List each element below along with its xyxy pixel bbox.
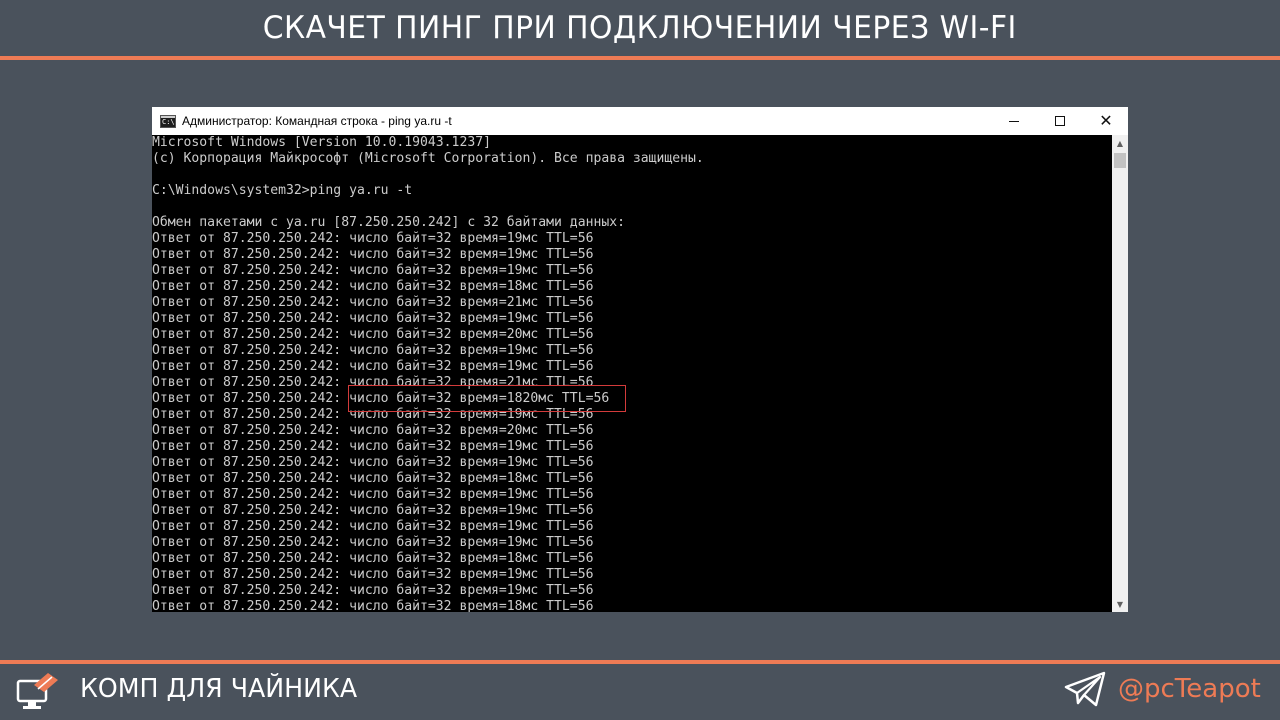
page-title: СКАЧЕТ ПИНГ ПРИ ПОДКЛЮЧЕНИИ ЧЕРЕЗ WI-FI [262,10,1018,46]
console-line: Ответ от 87.250.250.242: число байт=32 в… [152,503,594,518]
console-line: Ответ от 87.250.250.242: число байт=32 в… [152,423,594,438]
minimize-button[interactable] [991,107,1037,135]
vertical-scrollbar[interactable]: ▲ ▼ [1112,135,1128,612]
ping-spike-highlight [348,385,626,412]
maximize-icon [1055,116,1065,126]
console-line: Ответ от 87.250.250.242: число байт=32 в… [152,263,594,278]
console-line: Ответ от 87.250.250.242: число байт=32 в… [152,247,594,262]
console-line: Ответ от 87.250.250.242: число байт=32 в… [152,599,594,612]
console-line: Ответ от 87.250.250.242: число байт=32 в… [152,471,594,486]
console-line: Ответ от 87.250.250.242: число байт=32 в… [152,231,594,246]
console-output[interactable]: Microsoft Windows [Version 10.0.19043.12… [152,135,1112,612]
scroll-up-icon[interactable]: ▲ [1112,135,1128,151]
window-titlebar[interactable]: Администратор: Командная строка - ping y… [152,107,1128,135]
console-line: Ответ от 87.250.250.242: число байт=32 в… [152,311,594,326]
console-line: C:\Windows\system32>ping ya.ru -t [152,183,413,198]
footer-brand: КОМП ДЛЯ ЧАЙНИКА [80,674,358,704]
console-line: Ответ от 87.250.250.242: число байт=32 в… [152,583,594,598]
console-line: Ответ от 87.250.250.242: число байт=32 в… [152,535,594,550]
console-line: Обмен пакетами с ya.ru [87.250.250.242] … [152,215,625,230]
console-line: Ответ от 87.250.250.242: число байт=32 в… [152,359,594,374]
console-line: Ответ от 87.250.250.242: число байт=32 в… [152,391,610,406]
console-line: Ответ от 87.250.250.242: число байт=32 в… [152,327,594,342]
scroll-down-icon[interactable]: ▼ [1112,596,1128,612]
console-line: (c) Корпорация Майкрософт (Microsoft Cor… [152,151,704,166]
console-line: Ответ от 87.250.250.242: число байт=32 в… [152,439,594,454]
header-divider [0,56,1280,60]
close-icon: ✕ [1099,111,1113,130]
window-title: Администратор: Командная строка - ping y… [182,114,452,128]
close-button[interactable]: ✕ [1083,107,1128,135]
console-line: Ответ от 87.250.250.242: число байт=32 в… [152,295,594,310]
maximize-button[interactable] [1037,107,1083,135]
teapot-computer-logo-icon [16,673,58,709]
telegram-handle-link[interactable]: @pcTeapot [1118,673,1261,705]
header: СКАЧЕТ ПИНГ ПРИ ПОДКЛЮЧЕНИИ ЧЕРЕЗ WI-FI [0,0,1280,56]
minimize-icon [1009,120,1019,122]
cmd-window[interactable]: Администратор: Командная строка - ping y… [152,107,1128,612]
scrollbar-thumb[interactable] [1114,153,1126,168]
console-line: Ответ от 87.250.250.242: число байт=32 в… [152,343,594,358]
console-line: Ответ от 87.250.250.242: число байт=32 в… [152,375,594,390]
console-line: Ответ от 87.250.250.242: число байт=32 в… [152,519,594,534]
console-line: Ответ от 87.250.250.242: число байт=32 в… [152,279,594,294]
footer-divider [0,660,1280,664]
console-line: Ответ от 87.250.250.242: число байт=32 в… [152,551,594,566]
telegram-icon[interactable] [1064,671,1106,707]
console-line: Ответ от 87.250.250.242: число байт=32 в… [152,407,594,422]
console-line: Ответ от 87.250.250.242: число байт=32 в… [152,567,594,582]
console-line: Microsoft Windows [Version 10.0.19043.12… [152,135,491,150]
console-line: Ответ от 87.250.250.242: число байт=32 в… [152,455,594,470]
cmd-icon [160,114,176,128]
console-line: Ответ от 87.250.250.242: число байт=32 в… [152,487,594,502]
